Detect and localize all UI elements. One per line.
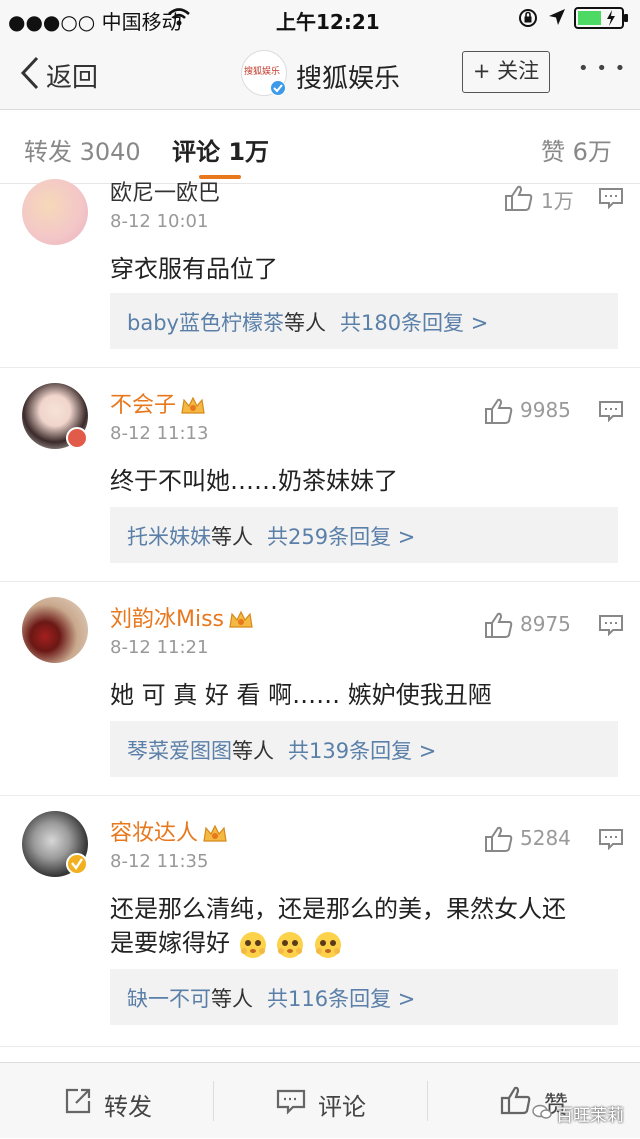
comment-item: 刘韵冰Miss 8-12 11:21 她 可 真 好 看 啊…… 嫉妒使我丑陋 …	[0, 583, 640, 796]
reply-summary[interactable]: 缺一不可等人 共116条回复 >	[110, 969, 618, 1025]
reply-names[interactable]: baby蓝色柠檬茶	[127, 311, 284, 335]
reply-summary[interactable]: baby蓝色柠檬茶等人 共180条回复 >	[110, 293, 618, 349]
emoji-icon	[239, 932, 266, 958]
navigation-bar: 返回 搜狐娱乐 搜狐娱乐 + 关注 • • •	[0, 36, 640, 110]
comment-item: 不会子 8-12 11:13 终于不叫她……奶茶妹妹了 9985 托米妹妹等人共…	[0, 369, 640, 582]
back-label: 返回	[46, 63, 99, 93]
watermark-text: 百旺茉莉	[556, 1106, 624, 1126]
reply-count[interactable]: 共139条回复 >	[288, 739, 436, 763]
like-count: 8975	[520, 612, 571, 636]
reply-count[interactable]: 共259条回复 >	[267, 525, 415, 549]
comment-icon[interactable]	[598, 828, 624, 850]
avatar[interactable]	[22, 179, 88, 245]
comment-text: 她 可 真 好 看 啊…… 嫉妒使我丑陋	[110, 681, 492, 709]
repost-label: 转发	[104, 1093, 152, 1121]
tab-bar: 转发 3040 评论 1万 赞 6万	[0, 110, 640, 184]
comment-text: 穿衣服有品位了	[110, 255, 278, 283]
reply-mid: 等人	[232, 739, 274, 763]
crown-icon	[229, 610, 253, 628]
location-arrow-icon	[549, 9, 565, 25]
battery-icon	[574, 7, 628, 29]
reply-summary[interactable]: 托米妹妹等人 共259条回复 >	[110, 507, 618, 563]
crown-icon	[181, 396, 205, 414]
thumbs-up-icon	[500, 1086, 531, 1115]
back-button[interactable]: 返回	[16, 54, 136, 94]
toolbar-divider	[213, 1081, 214, 1121]
comment-text: 终于不叫她……奶茶妹妹了	[110, 467, 398, 495]
thumbs-up-icon[interactable]	[504, 184, 540, 212]
lock-rotation-icon	[519, 9, 537, 27]
commenter-name[interactable]: 容妆达人	[110, 815, 228, 847]
wifi-icon	[168, 8, 190, 26]
comment-time: 8-12 11:13	[110, 423, 209, 444]
back-chevron-icon	[20, 56, 39, 90]
comment-time: 8-12 10:01	[110, 211, 209, 232]
comment-item: 欧尼一欧巴 8-12 10:01 穿衣服有品位了 1万 baby蓝色柠檬茶等人共…	[0, 179, 640, 368]
clock: 上午12:21	[276, 10, 380, 34]
comment-time: 8-12 11:21	[110, 637, 209, 658]
comment-text-line2: 是要嫁得好	[110, 923, 343, 959]
emoji-icon	[277, 932, 304, 958]
share-icon	[65, 1088, 91, 1114]
wechat-icon	[532, 1104, 552, 1119]
verified-icon	[270, 80, 286, 96]
reply-names[interactable]: 缺一不可	[127, 987, 211, 1011]
tab-repost[interactable]: 转发 3040	[24, 132, 141, 167]
reply-names[interactable]: 琴菜爱图图	[127, 739, 232, 763]
thumbs-up-icon[interactable]	[484, 397, 520, 425]
like-count: 9985	[520, 398, 571, 422]
comment-icon	[276, 1089, 306, 1115]
commenter-name[interactable]: 不会子	[110, 387, 206, 419]
emoji-icon	[314, 932, 341, 958]
reply-mid: 等人	[211, 525, 253, 549]
reply-mid: 等人	[283, 311, 326, 335]
carrier-label: ●●●○○ 中国移动	[8, 10, 182, 34]
comment-icon[interactable]	[598, 614, 624, 636]
thumbs-up-icon[interactable]	[484, 825, 520, 853]
toolbar-divider	[427, 1081, 428, 1121]
page-title: 搜狐娱乐	[296, 64, 401, 94]
reply-count[interactable]: 共116条回复 >	[267, 987, 415, 1011]
repost-button[interactable]: 转发	[60, 1063, 200, 1139]
reply-count[interactable]: 共180条回复 >	[340, 311, 488, 335]
follow-button[interactable]: + 关注	[462, 51, 550, 93]
tab-likes[interactable]: 赞 6万	[541, 132, 612, 167]
like-count: 5284	[520, 826, 571, 850]
bottom-toolbar: 转发 评论 赞 百旺茉莉	[0, 1062, 640, 1138]
commenter-name[interactable]: 欧尼一欧巴	[110, 175, 220, 207]
reply-summary[interactable]: 琴菜爱图图等人 共139条回复 >	[110, 721, 618, 777]
verified-icon	[66, 853, 88, 875]
tab-comment[interactable]: 评论 1万	[172, 132, 269, 167]
reply-mid: 等人	[211, 987, 253, 1011]
thumbs-up-icon[interactable]	[484, 611, 520, 639]
comment-button[interactable]: 评论	[274, 1063, 414, 1139]
reply-names[interactable]: 托米妹妹	[127, 525, 211, 549]
avatar-logo-text: 搜狐娱乐	[244, 67, 281, 77]
comment-label: 评论	[318, 1093, 366, 1121]
comment-time: 8-12 11:35	[110, 851, 209, 872]
badge-icon	[66, 427, 88, 449]
comment-icon[interactable]	[598, 187, 624, 209]
comment-item: 容妆达人 8-12 11:35 还是那么清纯，还是那么的美，果然女人还 是要嫁得…	[0, 797, 640, 1047]
avatar[interactable]	[22, 597, 88, 663]
comment-text: 还是那么清纯，还是那么的美，果然女人还	[110, 895, 566, 923]
commenter-name[interactable]: 刘韵冰Miss	[110, 601, 254, 633]
more-menu-button[interactable]: • • •	[578, 58, 626, 79]
comment-icon[interactable]	[598, 400, 624, 422]
like-count: 1万	[541, 189, 574, 213]
status-bar: ●●●○○ 中国移动 上午12:21	[0, 0, 640, 36]
crown-icon	[203, 824, 227, 842]
